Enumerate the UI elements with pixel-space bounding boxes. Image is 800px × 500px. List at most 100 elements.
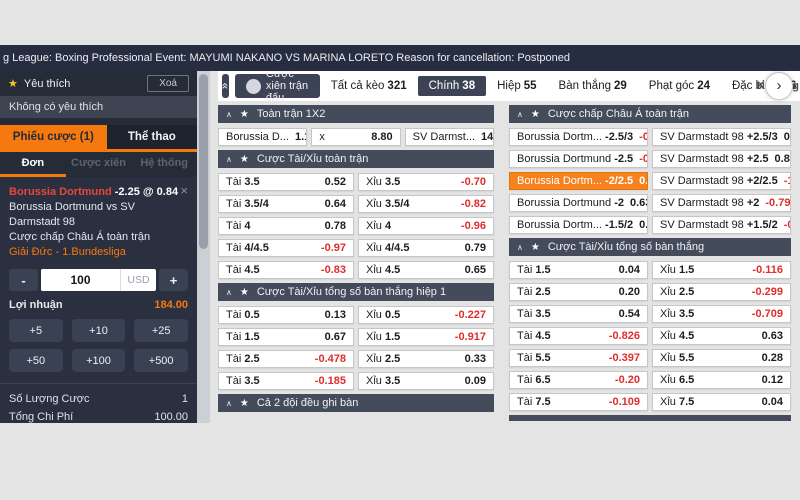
market-section-header[interactable]: ∧ ★ Cả 2 đội đều ghi bàn: [218, 394, 494, 412]
odds-cell[interactable]: Tài 3.5 0.54: [509, 305, 648, 323]
odds-cell[interactable]: Xỉu 3.5/4 -0.82: [358, 195, 494, 213]
odds-cell[interactable]: Borussia Dortm... -2.5/3 -0.79: [509, 128, 648, 146]
odds-cell[interactable]: Tài 0.5 0.13: [218, 306, 354, 324]
scrollbar-thumb[interactable]: [199, 74, 208, 249]
star-icon[interactable]: ★: [240, 287, 249, 298]
odds-cell[interactable]: Xỉu 3.5 -0.70: [358, 173, 494, 191]
odds-cell[interactable]: Borussia D... 1.16: [218, 128, 308, 146]
star-icon[interactable]: ★: [531, 109, 540, 120]
odds-cell[interactable]: SV Darmst... 14.00: [404, 128, 494, 146]
stake-input[interactable]: [41, 269, 120, 291]
quick-add-button[interactable]: +50: [9, 349, 63, 372]
quick-add-button[interactable]: +500: [134, 349, 188, 372]
toolbar-tab[interactable]: Chính 38: [417, 76, 487, 96]
odds-cell[interactable]: Xỉu 3.5 -0.709: [652, 305, 791, 323]
collapse-icon[interactable]: ∧: [517, 110, 523, 119]
collapse-icon[interactable]: ∧: [226, 110, 232, 119]
market-section-title: Toàn trận 1X2: [256, 108, 326, 120]
odds-value: -0.116: [752, 264, 783, 276]
tab-count: 55: [523, 80, 537, 92]
subtab-system[interactable]: Hệ thống: [131, 152, 197, 177]
odds-cell[interactable]: Xỉu 2.5 0.33: [358, 350, 494, 368]
collapse-icon[interactable]: ∧: [226, 155, 232, 164]
odds-cell[interactable]: Tài 7.5 -0.109: [509, 393, 648, 411]
odds-cell[interactable]: Xỉu 7.5 0.04: [652, 393, 791, 411]
sidebar-scrollbar[interactable]: [197, 71, 210, 423]
market-section-header[interactable]: ∧ ★ Cược Tài/Xỉu tổng số bàn thắng hiệp 1: [218, 283, 494, 301]
odds-cell[interactable]: Borussia Dortm... -1.5/2 0.52: [509, 216, 648, 234]
odds-cell[interactable]: SV Darmstadt 98 +2 -0.79: [652, 194, 791, 212]
collapse-icon[interactable]: ∧: [226, 399, 232, 408]
odds-cell[interactable]: x 8.80: [311, 128, 401, 146]
quick-add-button[interactable]: +100: [71, 349, 126, 372]
collapse-icon[interactable]: ∧: [226, 288, 232, 297]
market-section-header[interactable]: ∧ ★ Cược chấp Châu Á toàn trận: [509, 105, 791, 123]
odds-cell[interactable]: Xỉu 1.5 -0.116: [652, 261, 791, 279]
odds-value: 0.80: [774, 153, 790, 165]
quick-add-button[interactable]: +25: [134, 319, 188, 342]
odds-cell[interactable]: Xỉu 6.5 0.12: [652, 371, 791, 389]
market-section-header[interactable]: ∧ ★ Cược Tài/Xỉu tổng số bàn thắng: [509, 238, 791, 256]
toolbar-tab[interactable]: Hiệp 55: [486, 76, 547, 96]
odds-cell[interactable]: Borussia Dortmund -2 0.63: [509, 194, 648, 212]
parlay-toggle[interactable]: Cược xiên trận đấu: [234, 71, 320, 104]
odds-row: Tài 1.5 0.04 Xỉu 1.5 -0.116: [509, 261, 791, 279]
odds-cell[interactable]: Xỉu 4.5 0.65: [358, 261, 494, 279]
odds-cell[interactable]: Tài 2.5 0.20: [509, 283, 648, 301]
odds-cell[interactable]: Tài 5.5 -0.397: [509, 349, 648, 367]
odds-cell[interactable]: Xỉu 2.5 -0.299: [652, 283, 791, 301]
star-icon[interactable]: ★: [240, 109, 249, 120]
odds-label: Tài 6.5: [517, 374, 551, 386]
odds-cell[interactable]: Tài 1.5 0.67: [218, 328, 354, 346]
star-icon[interactable]: ★: [240, 154, 249, 165]
odds-cell[interactable]: Tài 4.5 -0.826: [509, 327, 648, 345]
odds-cell[interactable]: Xỉu 3.5 0.09: [358, 372, 494, 390]
odds-cell[interactable]: Tài 3.5 -0.185: [218, 372, 354, 390]
subtab-parlay[interactable]: Cược xiên: [66, 152, 132, 177]
remove-bet-icon[interactable]: ×: [180, 183, 188, 198]
tab-sports[interactable]: Thể thao: [106, 125, 197, 149]
tab-betslip[interactable]: Phiếu cược (1): [0, 125, 107, 149]
odds-cell[interactable]: Tài 1.5 0.04: [509, 261, 648, 279]
market-section-header[interactable]: ∧ ★ Toàn trận 1X2: [218, 105, 494, 123]
odds-cell[interactable]: Xỉu 5.5 0.28: [652, 349, 791, 367]
quick-add-button[interactable]: +10: [71, 319, 126, 342]
next-tabs-button[interactable]: ›: [765, 72, 793, 100]
odds-cell[interactable]: Tài 4.5 -0.83: [218, 261, 354, 279]
odds-value: -1.00: [783, 175, 790, 187]
odds-cell[interactable]: Tài 3.5 0.52: [218, 173, 354, 191]
toolbar-tab[interactable]: Phạt góc 24: [638, 76, 721, 96]
stake-decrease-button[interactable]: -: [9, 269, 38, 291]
market-section-header[interactable]: ∧ ★ Cược Tài/Xỉu toàn trận: [218, 150, 494, 168]
odds-cell[interactable]: Xỉu 4 -0.96: [358, 217, 494, 235]
odds-cell[interactable]: SV Darmstadt 98 +2.5/3 0.63: [652, 128, 791, 146]
star-icon[interactable]: ★: [531, 242, 540, 253]
odds-cell[interactable]: Tài 4/4.5 -0.97: [218, 239, 354, 257]
toolbar-tab[interactable]: Tất cả kèo 321: [320, 76, 418, 96]
quick-add-button[interactable]: +5: [9, 319, 63, 342]
toolbar-tab[interactable]: Bàn thắng 29: [548, 76, 638, 96]
odds-value: -0.68: [783, 219, 790, 231]
odds-cell[interactable]: Tài 2.5 -0.478: [218, 350, 354, 368]
tab-label: Bàn thắng: [558, 80, 611, 92]
star-icon[interactable]: ★: [240, 398, 249, 409]
odds-cell[interactable]: SV Darmstadt 98 +2/2.5 -1.00: [652, 172, 791, 190]
subtab-single[interactable]: Đơn: [0, 152, 66, 177]
odds-cell[interactable]: Xỉu 0.5 -0.227: [358, 306, 494, 324]
collapse-all-button[interactable]: «: [218, 74, 232, 98]
odds-cell[interactable]: SV Darmstadt 98 +2.5 0.80: [652, 150, 791, 168]
odds-cell[interactable]: Xỉu 4.5 0.63: [652, 327, 791, 345]
odds-cell[interactable]: Tài 6.5 -0.20: [509, 371, 648, 389]
markets-toolbar: « Cược xiên trận đấu Tất cả kèo 321 Chính 3…: [218, 71, 800, 104]
odds-cell[interactable]: Tài 4 0.78: [218, 217, 354, 235]
stake-increase-button[interactable]: +: [159, 269, 188, 291]
odds-cell[interactable]: Xỉu 4/4.5 0.79: [358, 239, 494, 257]
odds-cell[interactable]: Xỉu 1.5 -0.917: [358, 328, 494, 346]
collapse-icon[interactable]: ∧: [517, 243, 523, 252]
odds-cell[interactable]: SV Darmstadt 98 +1.5/2 -0.68: [652, 216, 791, 234]
clear-favorites-button[interactable]: Xoá: [147, 75, 189, 92]
odds-cell[interactable]: Borussia Dortmund -2.5 -0.96: [509, 150, 648, 168]
odds-cell[interactable]: Borussia Dortm... -2/2.5 0.84: [509, 172, 648, 190]
odds-cell[interactable]: Tài 3.5/4 0.64: [218, 195, 354, 213]
toggle-switch[interactable]: [245, 78, 261, 94]
